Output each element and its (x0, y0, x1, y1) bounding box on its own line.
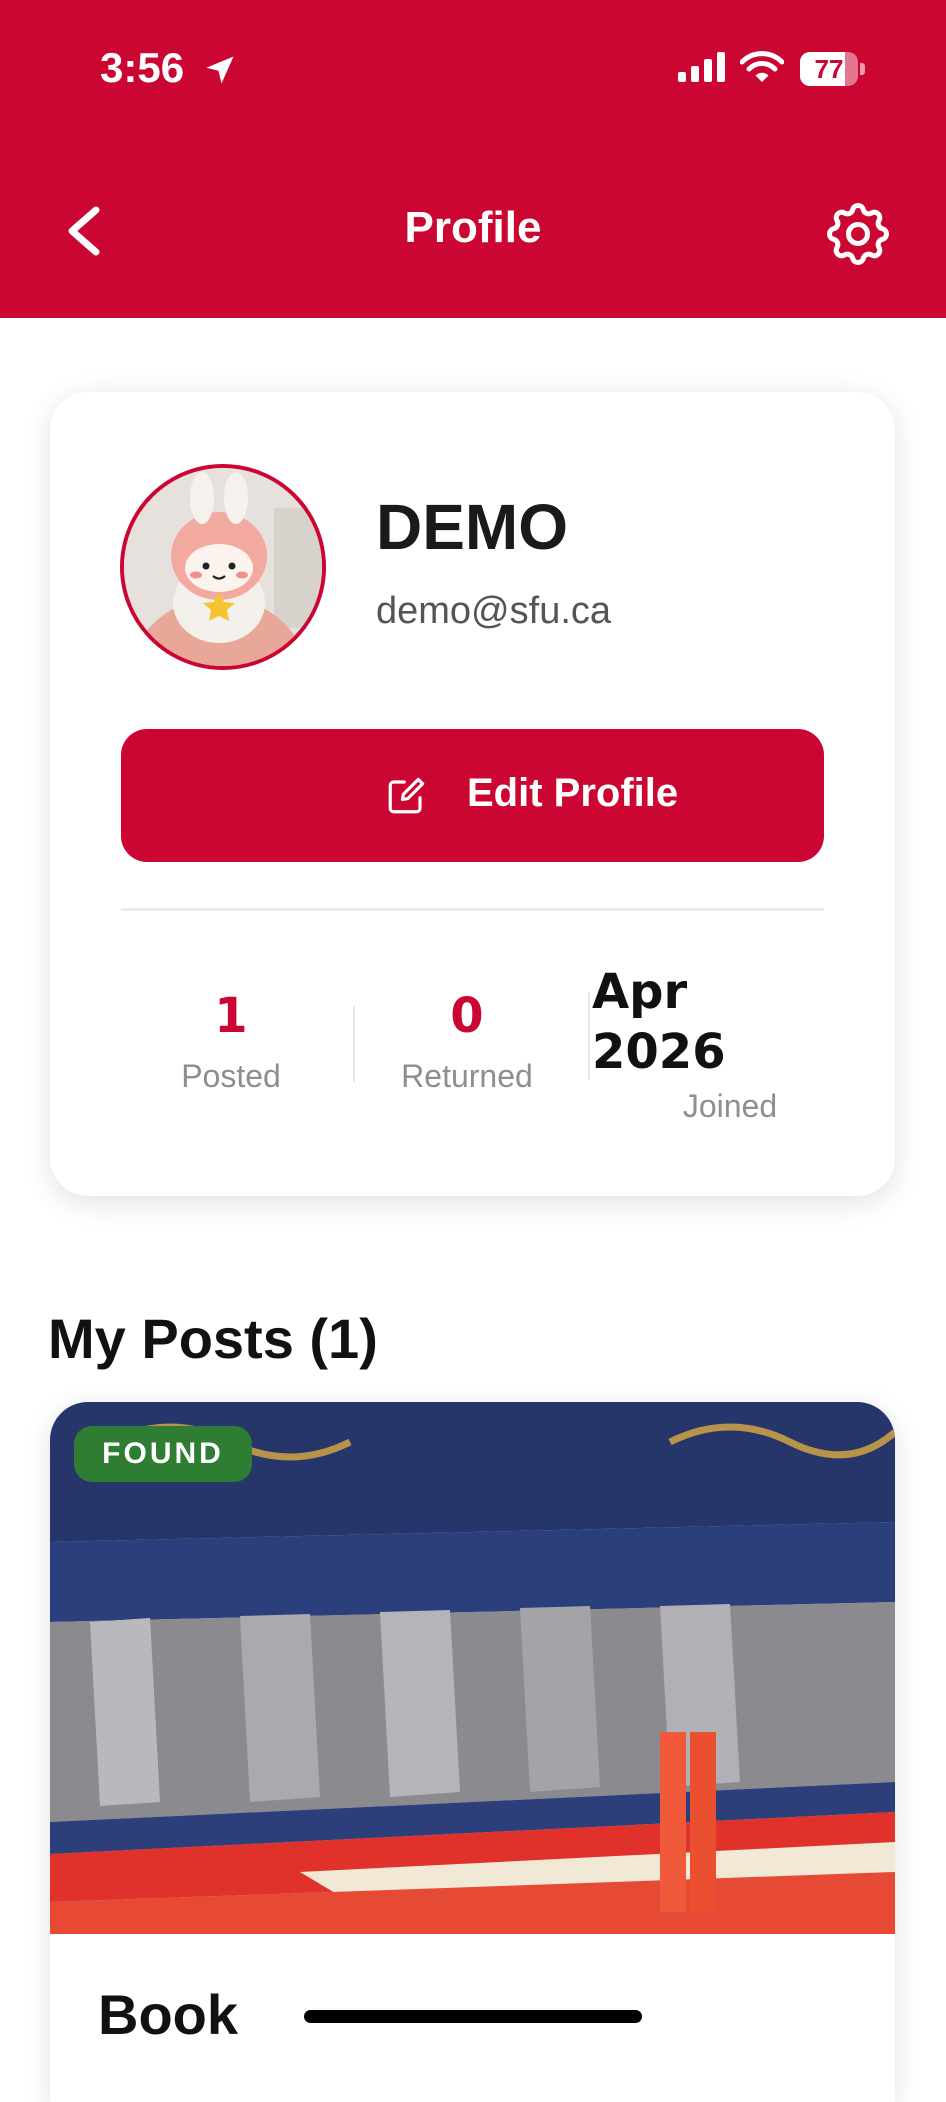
app-header: 3:56 77 Profile (0, 0, 946, 318)
edit-icon (388, 777, 425, 814)
edit-profile-label: Edit Profile (467, 771, 679, 815)
edit-profile-button[interactable]: Edit Profile (121, 729, 824, 862)
home-indicator (304, 2010, 642, 2023)
battery-percent: 77 (814, 54, 844, 84)
stat-returned-label: Returned (401, 1058, 533, 1094)
divider (121, 908, 824, 911)
stat-separator (588, 992, 590, 1080)
battery-icon: 77 (800, 52, 865, 86)
found-badge: FOUND (74, 1426, 252, 1482)
profile-email: demo@sfu.ca (376, 590, 612, 632)
battery-cap (860, 63, 865, 75)
stat-joined-label: Joined (682, 1088, 778, 1124)
status-time: 3:56 (100, 44, 185, 91)
stat-joined-year: 2026 (592, 1024, 726, 1080)
page-title: Profile (404, 203, 542, 252)
my-posts-title: My Posts (1) (48, 1307, 378, 1370)
stat-joined-month: Apr (592, 964, 688, 1020)
post-card[interactable]: FOUND Book (50, 1402, 895, 2102)
stat-returned-value: 0 (450, 988, 484, 1044)
signal-icon (678, 52, 725, 82)
stat-separator (353, 1006, 355, 1082)
stat-posted-value: 1 (214, 988, 248, 1044)
settings-gear-icon[interactable] (820, 196, 896, 272)
stat-joined-value: Apr 2026 (592, 962, 726, 1082)
location-arrow-icon (206, 56, 234, 84)
avatar[interactable] (120, 464, 326, 670)
post-title: Book (98, 1983, 238, 2046)
profile-name: DEMO (376, 491, 568, 563)
stat-posted-label: Posted (181, 1058, 281, 1094)
avatar-image (124, 468, 322, 666)
profile-card: DEMO demo@sfu.ca Edit Profile 1 Posted 0… (50, 392, 895, 1196)
wifi-icon (740, 51, 784, 82)
battery-body: 77 (800, 52, 858, 86)
